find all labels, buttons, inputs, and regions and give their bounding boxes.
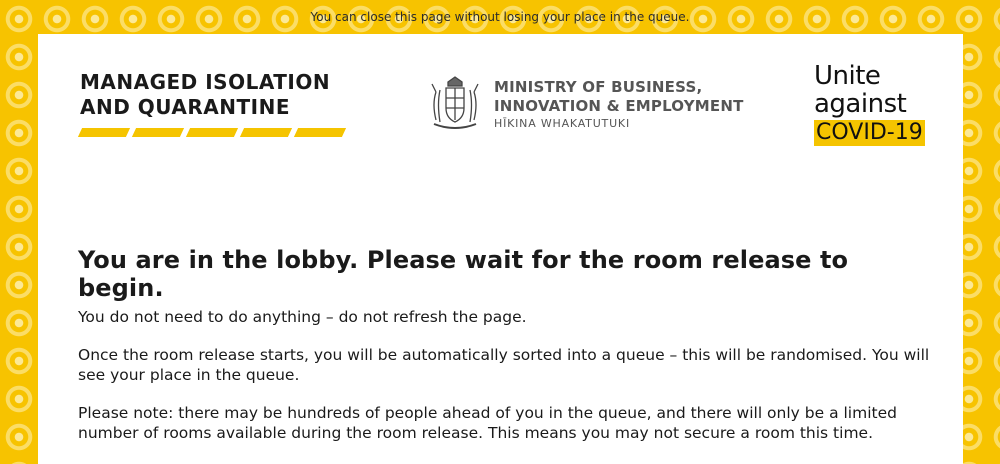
- miq-logo-line1: MANAGED ISOLATION: [80, 70, 331, 94]
- covid-badge: COVID-19: [814, 120, 925, 146]
- mbie-logo: MINISTRY OF BUSINESS, INNOVATION & EMPLO…: [426, 74, 744, 134]
- nz-coat-of-arms-icon: [431, 76, 479, 129]
- mbie-maori-name: HĪKINA WHAKATUTUKI: [494, 117, 630, 130]
- page-title: You are in the lobby. Please wait for th…: [78, 246, 849, 302]
- availability-note-paragraph: Please note: there may be hundreds of pe…: [78, 404, 897, 442]
- unite-line1: Unite: [814, 61, 881, 91]
- mbie-line1: MINISTRY OF BUSINESS,: [494, 78, 703, 96]
- miq-logo-dashes: [77, 128, 350, 137]
- lobby-card: MANAGED ISOLATION AND QUARANTINE MINISTR…: [38, 34, 963, 464]
- unite-against-covid-logo: Unite against COVID-19: [814, 62, 929, 146]
- mbie-line2: INNOVATION & EMPLOYMENT: [494, 97, 744, 115]
- queue-notice-text: You can close this page without losing y…: [310, 10, 690, 24]
- miq-logo-line2: AND QUARANTINE: [80, 95, 290, 119]
- mbie-logo-text: MINISTRY OF BUSINESS, INNOVATION & EMPLO…: [494, 78, 744, 130]
- unite-line2: against: [814, 89, 907, 119]
- instruction-paragraph: You do not need to do anything – do not …: [78, 308, 527, 326]
- miq-logo: MANAGED ISOLATION AND QUARANTINE: [77, 70, 350, 137]
- queue-info-paragraph: Once the room release starts, you will b…: [78, 346, 930, 384]
- queue-notice-bar: You can close this page without losing y…: [0, 0, 1000, 34]
